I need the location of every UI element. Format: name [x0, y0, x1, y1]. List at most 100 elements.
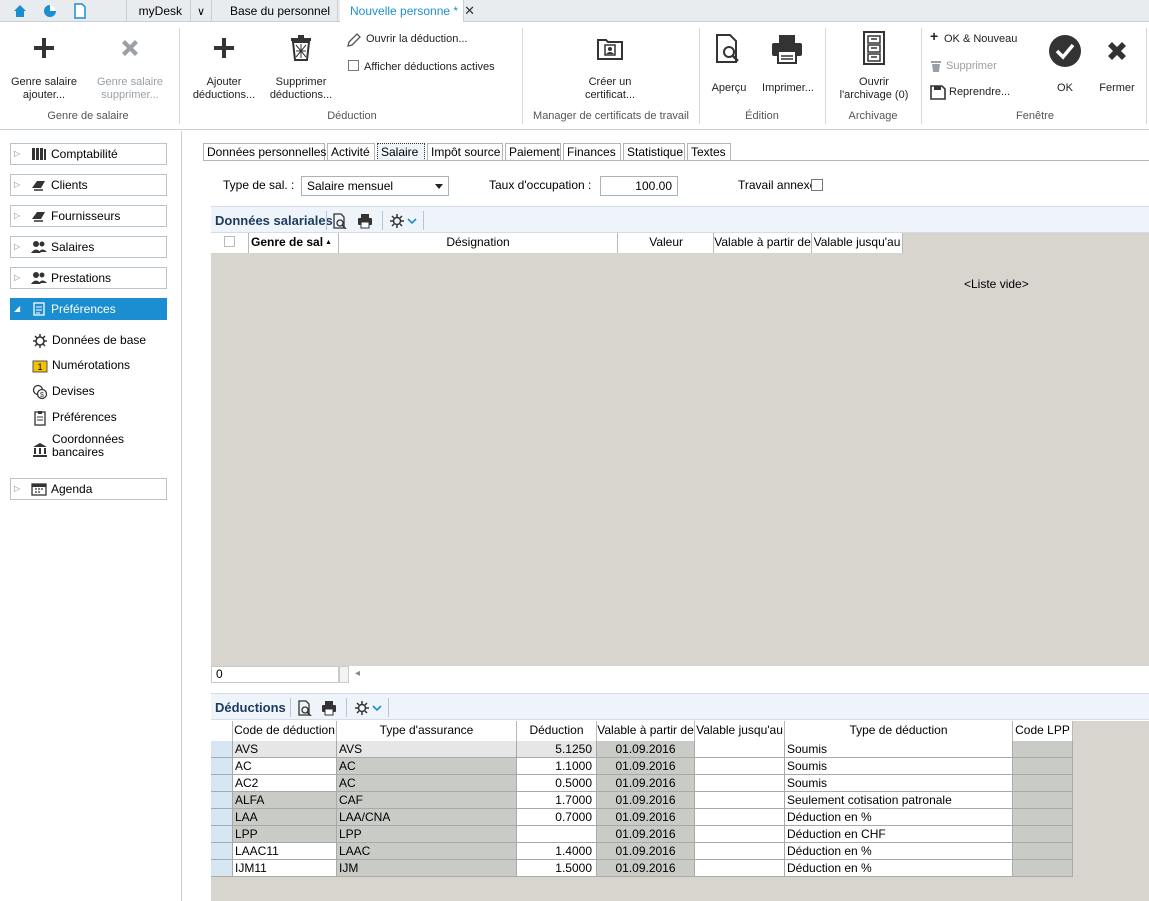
table-cell-to[interactable] — [695, 843, 785, 860]
tab-mydesk[interactable]: myDesk — [126, 0, 188, 22]
column-header-valable-partir[interactable]: Valable à partir de — [714, 233, 812, 253]
supprimer-deductions-button[interactable]: Supprimer déductions... — [262, 30, 340, 102]
table-cell-from[interactable]: 01.09.2016 — [597, 775, 695, 792]
table-cell-type[interactable]: AVS — [337, 741, 517, 758]
genre-salaire-ajouter-button[interactable]: Genre salaire ajouter... — [2, 30, 86, 102]
table-cell-code[interactable]: IJM11 — [233, 860, 337, 877]
column-header-deduction[interactable]: Déduction — [517, 721, 597, 741]
tab-statistique[interactable]: Statistique — [623, 143, 685, 161]
expand-arrow-icon[interactable]: ▷ — [14, 175, 20, 195]
tab-nouvelle-personne[interactable]: Nouvelle personne * ✕ — [340, 0, 475, 23]
row-selector[interactable] — [211, 775, 233, 792]
printer-icon[interactable] — [357, 213, 373, 229]
table-cell-to[interactable] — [695, 741, 785, 758]
scroll-left-icon[interactable]: ◂ — [355, 668, 360, 679]
table-row[interactable]: LAA LAA/CNA 0.7000 01.09.2016 Déduction en % — [211, 809, 1073, 826]
sidebar-item-salaires[interactable]: ▷ Salaires — [10, 236, 167, 258]
table-cell-kind[interactable]: Déduction en % — [785, 860, 1013, 877]
sidebar-item-comptabilite[interactable]: ▷ Comptabilité — [10, 143, 167, 165]
taux-input[interactable]: 100.00 — [600, 176, 678, 196]
table-cell-kind[interactable]: Seulement cotisation patronale — [785, 792, 1013, 809]
table-cell-to[interactable] — [695, 860, 785, 877]
tab-base-du-personnel[interactable]: Base du personnel — [216, 0, 338, 22]
tab-dropdown-button[interactable]: ∨ — [190, 0, 212, 22]
type-sal-select[interactable]: Salaire mensuel — [301, 176, 449, 196]
table-cell-from[interactable]: 01.09.2016 — [597, 758, 695, 775]
table-cell-kind[interactable]: Soumis — [785, 741, 1013, 758]
column-header-genre[interactable]: Genre de sal ▲ — [249, 233, 339, 253]
table-cell-ded[interactable]: 1.1000 — [517, 758, 597, 775]
table-cell-type[interactable]: IJM — [337, 860, 517, 877]
new-document-icon[interactable] — [72, 3, 88, 19]
table-cell-kind[interactable]: Soumis — [785, 775, 1013, 792]
table-cell-code[interactable]: LPP — [233, 826, 337, 843]
print-preview-icon[interactable] — [332, 213, 348, 229]
table-cell-ded[interactable] — [517, 826, 597, 843]
print-preview-icon[interactable] — [297, 700, 313, 716]
home-icon[interactable] — [12, 3, 28, 19]
table-cell-lpp[interactable] — [1013, 792, 1073, 809]
table-cell-type[interactable]: LPP — [337, 826, 517, 843]
table-cell-from[interactable]: 01.09.2016 — [597, 860, 695, 877]
table-cell-lpp[interactable] — [1013, 843, 1073, 860]
table-cell-from[interactable]: 01.09.2016 — [597, 792, 695, 809]
table-cell-ded[interactable]: 1.5000 — [517, 860, 597, 877]
column-header-type-assurance[interactable]: Type d'assurance — [337, 721, 517, 741]
donnees-salariales-grid[interactable]: Genre de sal ▲ Désignation Valeur Valabl… — [211, 233, 1149, 666]
table-cell-lpp[interactable] — [1013, 826, 1073, 843]
sidebar-item-prestations[interactable]: ▷ Prestations — [10, 267, 167, 289]
table-cell-type[interactable]: AC — [337, 758, 517, 775]
table-cell-code[interactable]: LAA — [233, 809, 337, 826]
table-cell-lpp[interactable] — [1013, 809, 1073, 826]
ouvrir-archivage-button[interactable]: Ouvrir l'archivage (0) — [830, 30, 918, 102]
reprendre-button[interactable]: Reprendre... — [930, 85, 1030, 101]
table-cell-to[interactable] — [695, 792, 785, 809]
table-cell-ded[interactable]: 1.4000 — [517, 843, 597, 860]
column-header-valable-partir[interactable]: Valable à partir de — [597, 721, 695, 741]
column-header-valable-jusqu[interactable]: Valable jusqu'au — [812, 233, 903, 253]
tab-activite[interactable]: Activité — [327, 143, 375, 161]
column-header-designation[interactable]: Désignation — [339, 233, 618, 253]
table-cell-code[interactable]: LAAC11 — [233, 843, 337, 860]
apercu-button[interactable]: Aperçu — [704, 30, 754, 102]
table-row[interactable]: LPP LPP 01.09.2016 Déduction en CHF — [211, 826, 1073, 843]
table-cell-from[interactable]: 01.09.2016 — [597, 809, 695, 826]
tab-impot-source[interactable]: Impôt source — [427, 143, 503, 161]
table-cell-kind[interactable]: Soumis — [785, 758, 1013, 775]
table-cell-type[interactable]: LAAC — [337, 843, 517, 860]
table-cell-kind[interactable]: Déduction en CHF — [785, 826, 1013, 843]
imprimer-button[interactable]: Imprimer... — [756, 30, 820, 102]
column-header-code-lpp[interactable]: Code LPP — [1013, 721, 1073, 741]
pie-chart-icon[interactable] — [42, 3, 58, 19]
collapse-arrow-icon[interactable]: ◢ — [14, 299, 20, 319]
sidebar-item-clients[interactable]: ▷ Clients — [10, 174, 167, 196]
ok-button[interactable]: OK — [1040, 30, 1090, 102]
expand-arrow-icon[interactable]: ▷ — [14, 206, 20, 226]
tab-textes[interactable]: Textes — [687, 143, 731, 161]
printer-icon[interactable] — [321, 700, 337, 716]
column-header-valable-jusqu[interactable]: Valable jusqu'au — [695, 721, 785, 741]
sidebar-item-preferences[interactable]: ◢ Préférences — [10, 298, 167, 320]
table-row[interactable]: ALFA CAF 1.7000 01.09.2016 Seulement cotisat… — [211, 792, 1073, 809]
row-selector[interactable] — [211, 792, 233, 809]
table-cell-lpp[interactable] — [1013, 741, 1073, 758]
sidebar-item-fournisseurs[interactable]: ▷ Fournisseurs — [10, 205, 167, 227]
gear-icon[interactable] — [354, 700, 370, 716]
expand-arrow-icon[interactable]: ▷ — [14, 479, 20, 499]
expand-arrow-icon[interactable]: ▷ — [14, 268, 20, 288]
travail-annexe-checkbox[interactable] — [811, 179, 823, 191]
tab-donnees-personnelles[interactable]: Données personnelles — [203, 143, 326, 161]
genre-salaire-supprimer-button[interactable]: Genre salaire supprimer... — [88, 30, 172, 102]
table-cell-lpp[interactable] — [1013, 775, 1073, 792]
table-cell-from[interactable]: 01.09.2016 — [597, 826, 695, 843]
tab-finances[interactable]: Finances — [563, 143, 621, 161]
creer-certificat-button[interactable]: Créer un certificat... — [568, 30, 652, 102]
row-selector[interactable] — [211, 809, 233, 826]
column-header-code[interactable]: Code de déduction — [233, 721, 337, 741]
row-selector[interactable] — [211, 741, 233, 758]
table-cell-ded[interactable]: 1.7000 — [517, 792, 597, 809]
select-all-header[interactable] — [211, 233, 249, 253]
table-cell-lpp[interactable] — [1013, 860, 1073, 877]
ajouter-deductions-button[interactable]: Ajouter déductions... — [186, 30, 262, 102]
table-cell-ded[interactable]: 5.1250 — [517, 741, 597, 758]
